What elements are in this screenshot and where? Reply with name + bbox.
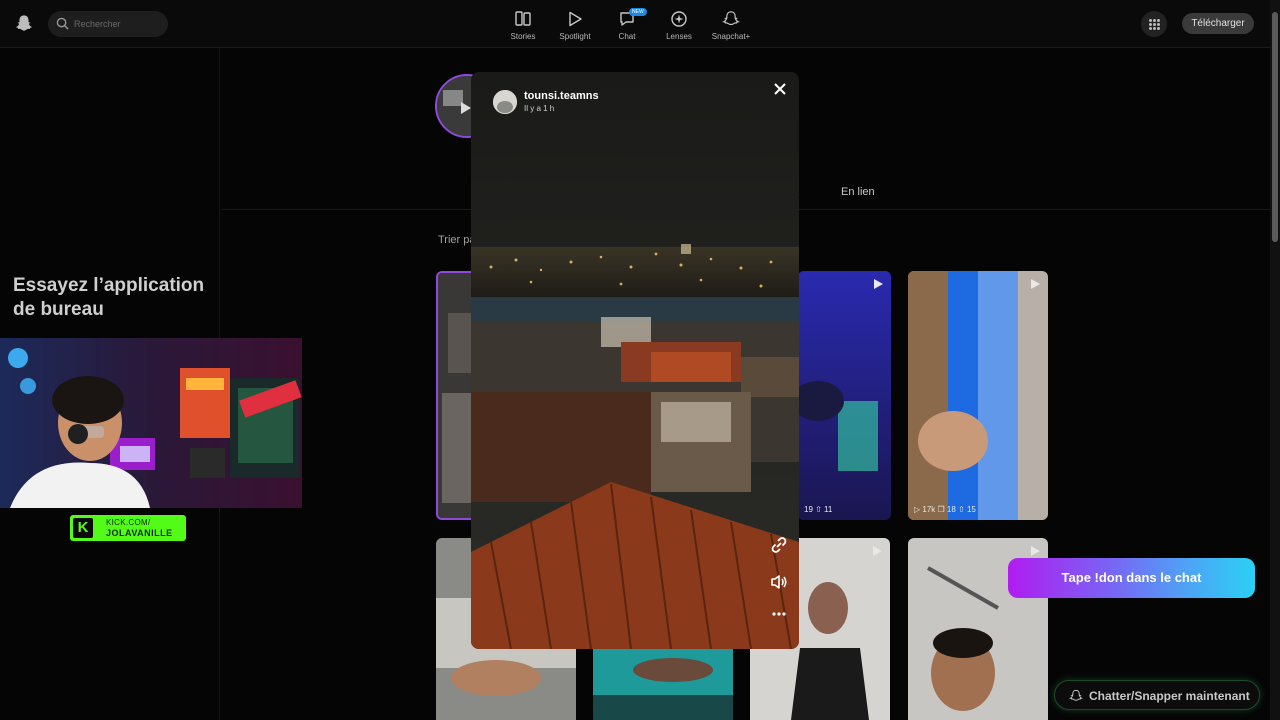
kick-channel-badge: K KICK.COM/ JOLAVANILLE (70, 515, 186, 541)
tab-en-lien[interactable]: En lien (841, 186, 875, 198)
story-viewer-modal: tounsi.teamns Il y a 1 h (471, 72, 799, 649)
spotlight-tile[interactable]: ▷ 17k ❐ 18 ⇧ 15 (908, 271, 1048, 520)
story-user-avatar[interactable] (493, 90, 517, 114)
new-badge: NEW (629, 8, 647, 16)
sort-label[interactable]: Trier pa (438, 234, 476, 246)
streamer-webcam (0, 338, 302, 508)
nav-chat[interactable]: NEW Chat (600, 8, 654, 46)
spotlight-tile[interactable]: 19 ⇧ 11 (798, 271, 891, 520)
close-icon[interactable] (771, 80, 789, 98)
kick-logo-icon: K (73, 518, 93, 538)
story-timestamp: Il y a 1 h (524, 104, 555, 113)
play-icon (1031, 546, 1040, 556)
play-icon (874, 279, 883, 289)
story-media[interactable] (471, 72, 799, 649)
stories-icon (515, 11, 531, 26)
nav-snapchat-plus-label: Snapchat+ (711, 32, 751, 41)
play-icon (1031, 279, 1040, 289)
nav-lenses[interactable]: Lenses (652, 8, 706, 46)
nav-lenses-label: Lenses (666, 32, 692, 41)
search-box[interactable] (48, 11, 168, 37)
spotlight-tile[interactable] (593, 640, 733, 720)
tile-stats: ▷ 17k ❐ 18 ⇧ 15 (914, 505, 976, 514)
apps-grid-button[interactable] (1141, 11, 1167, 37)
chat-snap-now-label: Chatter/Snapper maintenant (1089, 689, 1250, 703)
play-icon (873, 546, 882, 556)
spotlight-play-icon (569, 11, 582, 27)
donation-cta-banner: Tape !don dans le chat (1008, 558, 1255, 598)
snapchat-ghost-icon[interactable] (15, 14, 33, 32)
snapchat-ghost-icon (1069, 689, 1083, 701)
story-username[interactable]: tounsi.teamns (524, 90, 599, 102)
volume-icon[interactable] (768, 571, 790, 593)
kick-url: KICK.COM/ (106, 518, 151, 527)
nav-stories-label: Stories (510, 32, 536, 41)
nav-stories[interactable]: Stories (496, 8, 550, 46)
nav-snapchat-plus[interactable]: Snapchat+ (704, 8, 758, 46)
download-button[interactable]: Télécharger (1182, 13, 1254, 34)
link-icon[interactable] (768, 534, 790, 556)
scrollbar-thumb[interactable] (1272, 12, 1278, 242)
chat-snap-now-button[interactable]: Chatter/Snapper maintenant (1054, 680, 1260, 710)
kick-channel-name: JOLAVANILLE (106, 528, 173, 538)
nav-chat-label: Chat (618, 32, 636, 41)
snapchat-plus-icon (722, 11, 740, 26)
top-bar: Stories Spotlight NEW Chat Lenses Snapch… (0, 0, 1270, 48)
tile-stats: 19 ⇧ 11 (804, 505, 833, 514)
more-options-icon[interactable] (768, 603, 790, 625)
nav-spotlight-label: Spotlight (559, 32, 591, 41)
search-input[interactable] (74, 15, 162, 33)
search-icon (56, 17, 69, 30)
desktop-app-promo-title: Essayez l’application de bureau (13, 275, 205, 320)
lenses-icon (671, 11, 687, 27)
nav-spotlight[interactable]: Spotlight (548, 8, 602, 46)
